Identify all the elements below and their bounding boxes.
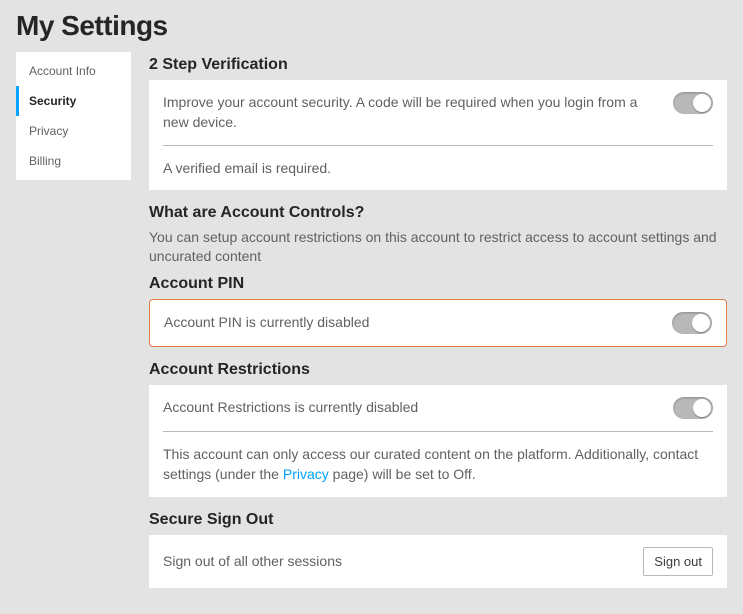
account-pin-status: Account PIN is currently disabled — [164, 312, 658, 332]
sidebar-item-billing[interactable]: Billing — [16, 146, 131, 176]
settings-content: 2 Step Verification Improve your account… — [131, 48, 743, 602]
page-title: My Settings — [0, 0, 743, 48]
account-pin-toggle[interactable] — [672, 312, 712, 334]
sidebar-item-label: Privacy — [29, 124, 68, 138]
sidebar-item-label: Account Info — [29, 64, 96, 78]
account-controls-desc: You can setup account restrictions on th… — [149, 228, 727, 267]
account-pin-heading: Account PIN — [149, 275, 727, 293]
sign-out-button[interactable]: Sign out — [643, 547, 713, 576]
secure-sign-out-heading: Secure Sign Out — [149, 511, 727, 529]
sidebar-item-label: Security — [29, 94, 76, 108]
account-pin-panel: Account PIN is currently disabled — [149, 299, 727, 347]
sidebar-item-security[interactable]: Security — [16, 86, 131, 116]
note-after: page) will be set to Off. — [329, 466, 476, 482]
two-step-panel: Improve your account security. A code wi… — [149, 80, 727, 190]
two-step-desc: Improve your account security. A code wi… — [163, 92, 659, 133]
privacy-link[interactable]: Privacy — [283, 466, 329, 482]
account-restrictions-panel: Account Restrictions is currently disabl… — [149, 385, 727, 497]
settings-sidebar: Account Info Security Privacy Billing — [16, 52, 131, 180]
divider — [163, 145, 713, 146]
account-restrictions-toggle[interactable] — [673, 397, 713, 419]
sidebar-item-account-info[interactable]: Account Info — [16, 56, 131, 86]
two-step-heading: 2 Step Verification — [149, 56, 727, 74]
secure-sign-out-panel: Sign out of all other sessions Sign out — [149, 535, 727, 588]
sidebar-item-label: Billing — [29, 154, 61, 168]
account-controls-heading: What are Account Controls? — [149, 204, 727, 222]
divider — [163, 431, 713, 432]
two-step-toggle[interactable] — [673, 92, 713, 114]
secure-sign-out-desc: Sign out of all other sessions — [163, 551, 629, 571]
account-restrictions-status: Account Restrictions is currently disabl… — [163, 397, 659, 417]
sidebar-item-privacy[interactable]: Privacy — [16, 116, 131, 146]
two-step-note: A verified email is required. — [163, 158, 713, 178]
account-restrictions-note: This account can only access our curated… — [163, 444, 713, 485]
account-restrictions-heading: Account Restrictions — [149, 361, 727, 379]
